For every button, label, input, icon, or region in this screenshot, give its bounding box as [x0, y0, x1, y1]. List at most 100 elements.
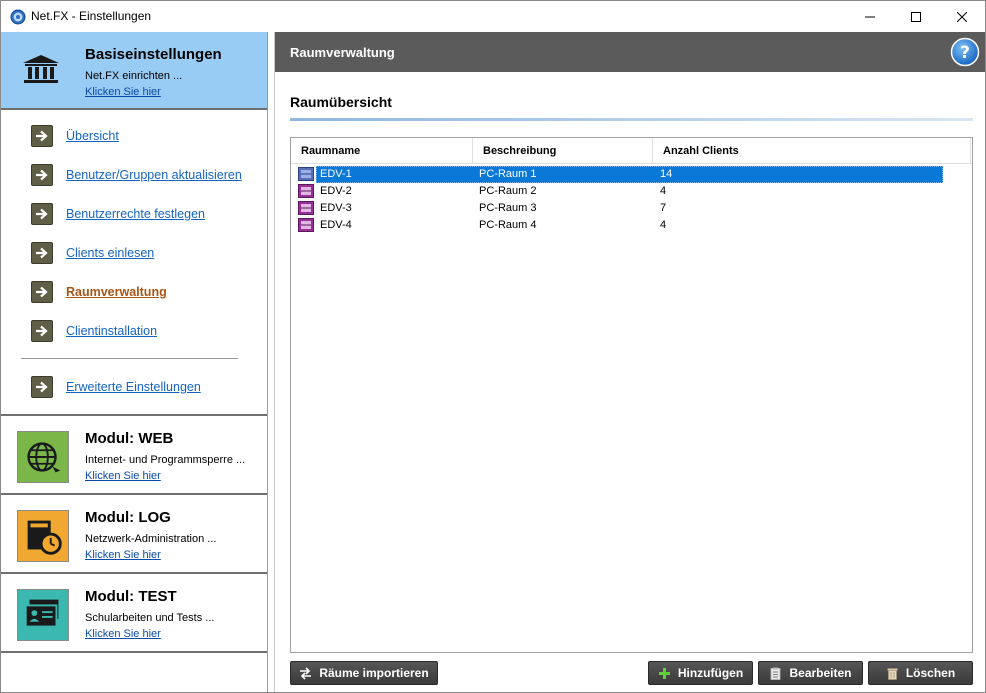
sidebar-item-label: Benutzerrechte festlegen: [66, 207, 205, 221]
sidebar-nav: Übersicht Benutzer/Gruppen aktualisieren…: [1, 112, 267, 414]
close-button[interactable]: [939, 1, 985, 32]
sidebar-item-label: Erweiterte Einstellungen: [66, 380, 201, 394]
sidebar-item-label: Clients einlesen: [66, 246, 155, 260]
cell-anzahl-clients: 14: [660, 168, 673, 180]
module-subtitle: Schularbeiten und Tests ...: [85, 612, 215, 624]
module-divider: [1, 651, 267, 653]
sidebar-item-clients-einlesen[interactable]: Clients einlesen: [31, 241, 154, 265]
cell-raumname: EDV-3: [320, 202, 352, 214]
edit-label: Bearbeiten: [789, 666, 852, 680]
rooms-table[interactable]: Raumname Beschreibung Anzahl Clients EDV…: [290, 137, 973, 653]
module-link[interactable]: Klicken Sie hier: [85, 628, 161, 640]
id-card-icon: [17, 589, 69, 641]
add-button[interactable]: Hinzufügen: [648, 661, 753, 685]
add-label: Hinzufügen: [677, 666, 744, 680]
sidebar-item-uebersicht[interactable]: Übersicht: [31, 124, 119, 148]
sync-icon: [300, 666, 312, 680]
cell-anzahl-clients: 7: [660, 202, 667, 214]
cell-beschreibung: PC-Raum 3: [479, 202, 537, 214]
module-subtitle: Internet- und Programmsperre ...: [85, 454, 246, 466]
base-settings-link[interactable]: Klicken Sie hier: [85, 86, 161, 98]
module-subtitle: Netzwerk-Administration ...: [85, 533, 217, 545]
cell-beschreibung: PC-Raum 2: [479, 185, 537, 197]
edit-button[interactable]: Bearbeiten: [758, 661, 863, 685]
delete-label: Löschen: [905, 666, 956, 680]
table-row[interactable]: EDV-3 PC-Raum 3 7: [298, 200, 943, 217]
nav-divider: [21, 358, 238, 359]
table-row[interactable]: EDV-1 PC-Raum 1 14: [298, 166, 943, 183]
table-row[interactable]: EDV-2 PC-Raum 2 4: [298, 183, 943, 200]
app-icon: [10, 9, 26, 25]
cell-raumname: EDV-2: [320, 185, 352, 197]
table-row[interactable]: EDV-4 PC-Raum 4 4: [298, 217, 943, 234]
clock-folder-icon: [17, 510, 69, 562]
import-rooms-label: Räume importieren: [319, 666, 429, 680]
sidebar-item-benutzerrechte[interactable]: Benutzerrechte festlegen: [31, 202, 205, 226]
sidebar-item-label: Benutzer/Gruppen aktualisieren: [66, 168, 242, 182]
page-title: Raumverwaltung: [290, 45, 395, 60]
sidebar: Basiseinstellungen Net.FX einrichten ...…: [1, 32, 268, 692]
module-web[interactable]: Modul: WEB Internet- und Programmsperre …: [1, 414, 267, 493]
arrow-right-icon: [31, 203, 53, 225]
sidebar-item-raumverwaltung[interactable]: Raumverwaltung: [31, 280, 167, 304]
trash-icon: [887, 668, 898, 680]
arrow-right-icon: [31, 242, 53, 264]
section-title: Raumübersicht: [290, 94, 392, 110]
maximize-icon: [911, 11, 921, 22]
window-title: Net.FX - Einstellungen: [31, 9, 152, 23]
module-link[interactable]: Klicken Sie hier: [85, 470, 161, 482]
help-icon[interactable]: ?: [950, 37, 980, 67]
arrow-right-icon: [31, 320, 53, 342]
room-icon: [298, 218, 314, 232]
minimize-button[interactable]: [847, 1, 893, 32]
cell-beschreibung: PC-Raum 4: [479, 219, 537, 231]
module-link[interactable]: Klicken Sie hier: [85, 549, 161, 561]
sidebar-item-erweiterte-einstellungen[interactable]: Erweiterte Einstellungen: [31, 375, 201, 399]
module-title: Modul: LOG: [85, 509, 171, 526]
column-header-beschreibung[interactable]: Beschreibung: [473, 138, 653, 164]
column-header-raumname[interactable]: Raumname: [291, 138, 473, 164]
room-icon: [298, 201, 314, 215]
import-rooms-button[interactable]: Räume importieren: [290, 661, 438, 685]
svg-text:?: ?: [960, 43, 970, 63]
module-title: Modul: WEB: [85, 430, 174, 447]
room-icon: [298, 167, 314, 181]
sidebar-item-clientinstallation[interactable]: Clientinstallation: [31, 319, 157, 343]
title-bar: Net.FX - Einstellungen: [1, 1, 985, 32]
cell-raumname: EDV-1: [320, 168, 352, 180]
base-settings-subtitle: Net.FX einrichten ...: [85, 70, 183, 82]
arrow-right-icon: [31, 164, 53, 186]
main-header: Raumverwaltung ?: [275, 32, 985, 72]
room-icon: [298, 184, 314, 198]
row-selection: [316, 166, 943, 183]
column-header-anzahl-clients[interactable]: Anzahl Clients: [653, 138, 971, 164]
globe-icon: [17, 431, 69, 483]
cell-beschreibung: PC-Raum 1: [479, 168, 537, 180]
module-title: Modul: TEST: [85, 588, 177, 605]
base-settings-title: Basiseinstellungen: [85, 46, 222, 63]
maximize-button[interactable]: [893, 1, 939, 32]
minimize-icon: [865, 16, 875, 17]
app-window: Net.FX - Einstellungen Basiseinstellunge…: [0, 0, 986, 693]
main-panel: Raumverwaltung ? Raumübersicht Raumname …: [274, 32, 985, 692]
sidebar-item-label: Clientinstallation: [66, 324, 158, 338]
sidebar-item-label: Raumverwaltung: [66, 285, 167, 299]
section-underline: [290, 118, 973, 121]
table-header: Raumname Beschreibung Anzahl Clients: [291, 138, 972, 164]
module-log[interactable]: Modul: LOG Netzwerk-Administration ... K…: [1, 493, 267, 572]
base-settings-header[interactable]: Basiseinstellungen Net.FX einrichten ...…: [1, 32, 267, 110]
close-icon: [957, 11, 967, 22]
clipboard-icon: [771, 667, 781, 680]
cell-raumname: EDV-4: [320, 219, 352, 231]
cell-anzahl-clients: 4: [660, 219, 667, 231]
sidebar-item-benutzer-gruppen[interactable]: Benutzer/Gruppen aktualisieren: [31, 163, 242, 187]
bank-icon: [23, 55, 59, 83]
sidebar-item-label: Übersicht: [66, 129, 119, 143]
arrow-right-icon: [31, 125, 53, 147]
arrow-right-icon: [31, 376, 53, 398]
arrow-right-icon: [31, 281, 53, 303]
module-test[interactable]: Modul: TEST Schularbeiten und Tests ... …: [1, 572, 267, 651]
plus-icon: [658, 667, 670, 679]
delete-button[interactable]: Löschen: [868, 661, 973, 685]
cell-anzahl-clients: 4: [660, 185, 667, 197]
